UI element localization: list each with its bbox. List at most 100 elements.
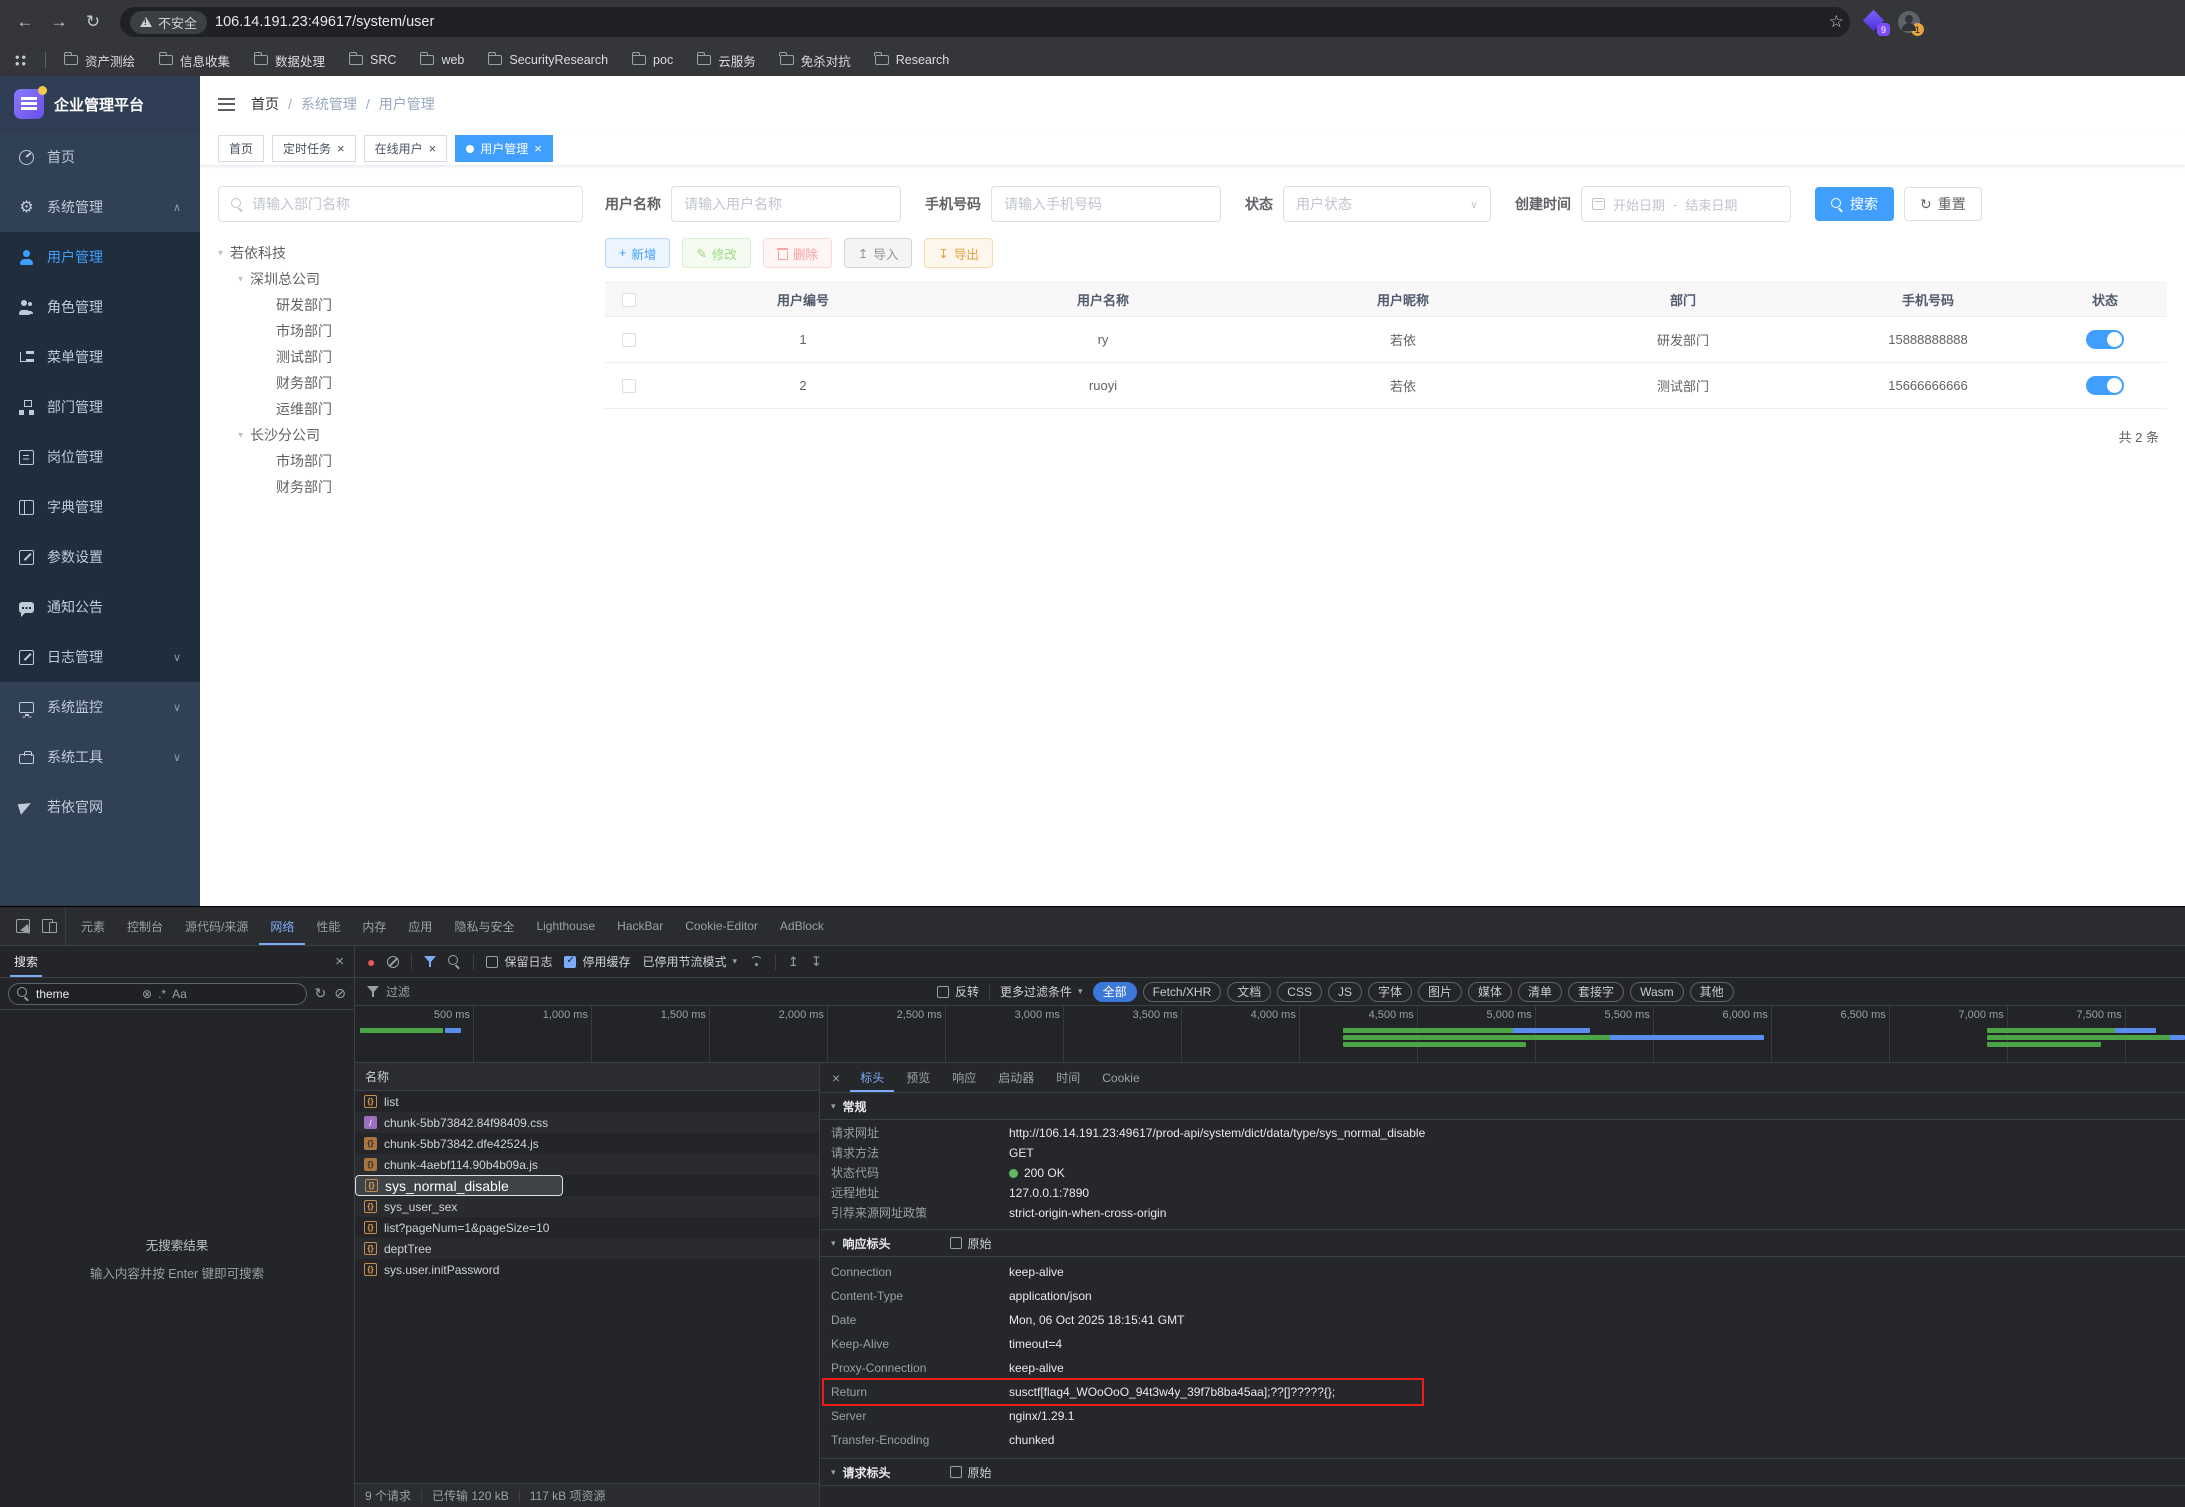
row-checkbox[interactable]	[622, 379, 636, 393]
match-case-toggle[interactable]: Aa	[172, 987, 187, 1001]
tag-home[interactable]: 首页	[218, 135, 264, 162]
reset-button[interactable]: ↻重置	[1904, 187, 1982, 221]
export-har-icon[interactable]: ↧	[811, 954, 822, 970]
devtools-tab-privacy[interactable]: 隐私与安全	[443, 907, 525, 945]
devtools-tab-performance[interactable]: 性能	[305, 907, 351, 945]
status-toggle[interactable]	[2086, 330, 2124, 349]
regex-toggle-icon[interactable]: .*	[158, 987, 166, 1001]
devtools-tab-application[interactable]: 应用	[397, 907, 443, 945]
filter-funnel-icon[interactable]	[424, 956, 436, 968]
tree-node[interactable]: ▾若依科技	[218, 240, 583, 266]
table-row[interactable]: 1 ry 若依 研发部门 15888888888	[605, 317, 2167, 363]
details-tab-response[interactable]: 响应	[942, 1063, 986, 1092]
tree-caret-icon[interactable]: ▾	[238, 430, 243, 441]
status-select[interactable]: 用户状态∨	[1283, 186, 1491, 222]
chip-font[interactable]: 字体	[1368, 982, 1412, 1002]
chip-other[interactable]: 其他	[1690, 982, 1734, 1002]
edit-button[interactable]: ✎修改	[682, 238, 751, 268]
network-timeline[interactable]: 500 ms1,000 ms1,500 ms2,000 ms2,500 ms3,…	[355, 1006, 2185, 1063]
sidebar-item-home[interactable]: 首页	[0, 132, 200, 182]
close-icon[interactable]: ×	[534, 142, 542, 155]
request-row-selected[interactable]: sys_normal_disable	[355, 1175, 563, 1196]
response-headers-section-header[interactable]: ▾ 响应标头 原始	[820, 1230, 2185, 1257]
devtools-tab-adblock[interactable]: AdBlock	[769, 907, 835, 945]
close-icon[interactable]: ×	[337, 142, 345, 155]
details-tab-headers[interactable]: 标头	[850, 1063, 894, 1092]
request-row[interactable]: chunk-5bb73842.84f98409.css	[355, 1112, 819, 1133]
bookmark-star-icon[interactable]: ☆	[1829, 12, 1844, 32]
details-tab-timing[interactable]: 时间	[1046, 1063, 1090, 1092]
devtools-tab-memory[interactable]: 内存	[351, 907, 397, 945]
sidebar-item-posts[interactable]: 岗位管理	[0, 432, 200, 482]
devtools-tab-hackbar[interactable]: HackBar	[606, 907, 674, 945]
devtools-tab-console[interactable]: 控制台	[116, 907, 174, 945]
tag-user-management[interactable]: 用户管理×	[455, 135, 553, 162]
sidebar-item-official-site[interactable]: 若依官网	[0, 782, 200, 832]
chip-css[interactable]: CSS	[1277, 982, 1322, 1002]
request-row[interactable]: sys_user_sex	[355, 1196, 819, 1217]
sidebar-item-roles[interactable]: 角色管理	[0, 282, 200, 332]
sidebar-item-users[interactable]: 用户管理	[0, 232, 200, 282]
request-row[interactable]: deptTree	[355, 1238, 819, 1259]
sidebar-item-dict[interactable]: 字典管理	[0, 482, 200, 532]
clear-input-icon[interactable]: ⊗	[142, 987, 152, 1001]
tree-node[interactable]: ▾长沙分公司	[218, 422, 583, 448]
bookmark-folder[interactable]: Research	[875, 53, 950, 67]
row-checkbox[interactable]	[622, 333, 636, 347]
search-query-field[interactable]	[36, 987, 136, 1001]
tree-caret-icon[interactable]: ▾	[238, 274, 243, 285]
bookmark-folder[interactable]: poc	[632, 53, 673, 67]
search-button[interactable]: 搜索	[1815, 187, 1894, 221]
chip-all[interactable]: 全部	[1093, 982, 1137, 1002]
tag-online-users[interactable]: 在线用户×	[364, 135, 448, 162]
chip-img[interactable]: 图片	[1418, 982, 1462, 1002]
request-row[interactable]: sys.user.initPassword	[355, 1259, 819, 1280]
tree-node[interactable]: 财务部门	[218, 370, 583, 396]
sidebar-item-depts[interactable]: 部门管理	[0, 382, 200, 432]
reload-button[interactable]: ↻	[78, 7, 108, 37]
bookmark-folder[interactable]: SecurityResearch	[488, 53, 608, 67]
search-pane-tab[interactable]: 搜索	[10, 946, 42, 977]
network-filter-input[interactable]	[367, 985, 927, 999]
delete-button[interactable]: 删除	[763, 238, 832, 268]
tree-node[interactable]: 财务部门	[218, 474, 583, 500]
tag-scheduled-tasks[interactable]: 定时任务×	[272, 135, 356, 162]
bookmark-folder[interactable]: 云服务	[697, 51, 756, 70]
profile-avatar[interactable]: 1	[1898, 11, 1920, 33]
devtools-tab-lighthouse[interactable]: Lighthouse	[525, 907, 606, 945]
network-conditions-icon[interactable]	[749, 956, 763, 967]
chip-js[interactable]: JS	[1328, 982, 1362, 1002]
bookmark-folder[interactable]: 资产测绘	[64, 51, 135, 70]
chip-socket[interactable]: 套接字	[1568, 982, 1624, 1002]
chip-doc[interactable]: 文档	[1227, 982, 1271, 1002]
inspect-element-icon[interactable]	[16, 919, 30, 933]
sidebar-item-notice[interactable]: 通知公告	[0, 582, 200, 632]
general-section-header[interactable]: ▾ 常规	[820, 1093, 2185, 1120]
network-search-icon[interactable]	[448, 955, 461, 968]
clear-network-log-icon[interactable]	[387, 956, 399, 968]
tree-node[interactable]: 市场部门	[218, 448, 583, 474]
import-har-icon[interactable]: ↥	[788, 954, 799, 970]
username-input[interactable]	[671, 186, 901, 222]
chip-media[interactable]: 媒体	[1468, 982, 1512, 1002]
export-button[interactable]: ↧导出	[924, 238, 993, 268]
request-row[interactable]: chunk-5bb73842.dfe42524.js	[355, 1133, 819, 1154]
device-toolbar-icon[interactable]	[42, 919, 57, 933]
tree-node[interactable]: 市场部门	[218, 318, 583, 344]
throttling-dropdown[interactable]: 已停用节流模式▾	[643, 953, 738, 970]
devtools-tab-sources[interactable]: 源代码/来源	[174, 907, 259, 945]
tree-node[interactable]: 运维部门	[218, 396, 583, 422]
sidebar-item-monitor[interactable]: 系统监控∨	[0, 682, 200, 732]
bookmark-folder[interactable]: SRC	[349, 53, 396, 67]
details-tab-initiator[interactable]: 启动器	[988, 1063, 1044, 1092]
select-all-checkbox[interactable]	[622, 293, 636, 307]
devtools-tab-elements[interactable]: 元素	[70, 907, 116, 945]
more-filters-dropdown[interactable]: 更多过滤条件▾	[1000, 983, 1083, 1000]
record-icon[interactable]: ●	[367, 955, 375, 969]
import-button[interactable]: ↥导入	[844, 238, 913, 268]
request-row[interactable]: list?pageNum=1&pageSize=10	[355, 1217, 819, 1238]
tree-node[interactable]: ▾深圳总公司	[218, 266, 583, 292]
disable-cache-checkbox[interactable]: 停用缓存	[564, 953, 630, 970]
forward-button[interactable]: →	[44, 7, 74, 37]
table-row[interactable]: 2 ruoyi 若依 测试部门 15666666666	[605, 363, 2167, 409]
